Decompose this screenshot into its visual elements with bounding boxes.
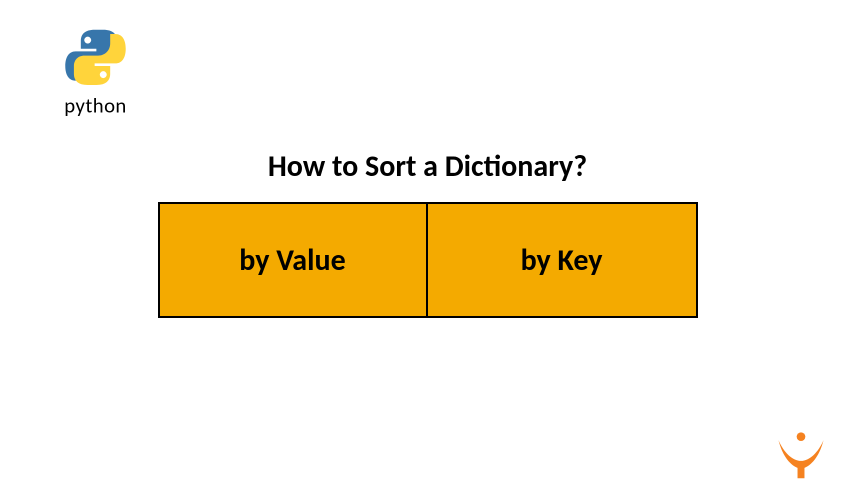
option-by-value: by Value: [160, 204, 428, 316]
python-logo: python: [48, 28, 143, 123]
option-by-key: by Key: [428, 204, 696, 316]
option-label: by Value: [239, 242, 345, 279]
page-title: How to Sort a Dictionary?: [0, 148, 855, 185]
options-container: by Value by Key: [158, 202, 698, 318]
python-logo-text: python: [64, 93, 127, 119]
brand-logo-icon: [775, 428, 827, 480]
option-label: by Key: [521, 242, 603, 279]
